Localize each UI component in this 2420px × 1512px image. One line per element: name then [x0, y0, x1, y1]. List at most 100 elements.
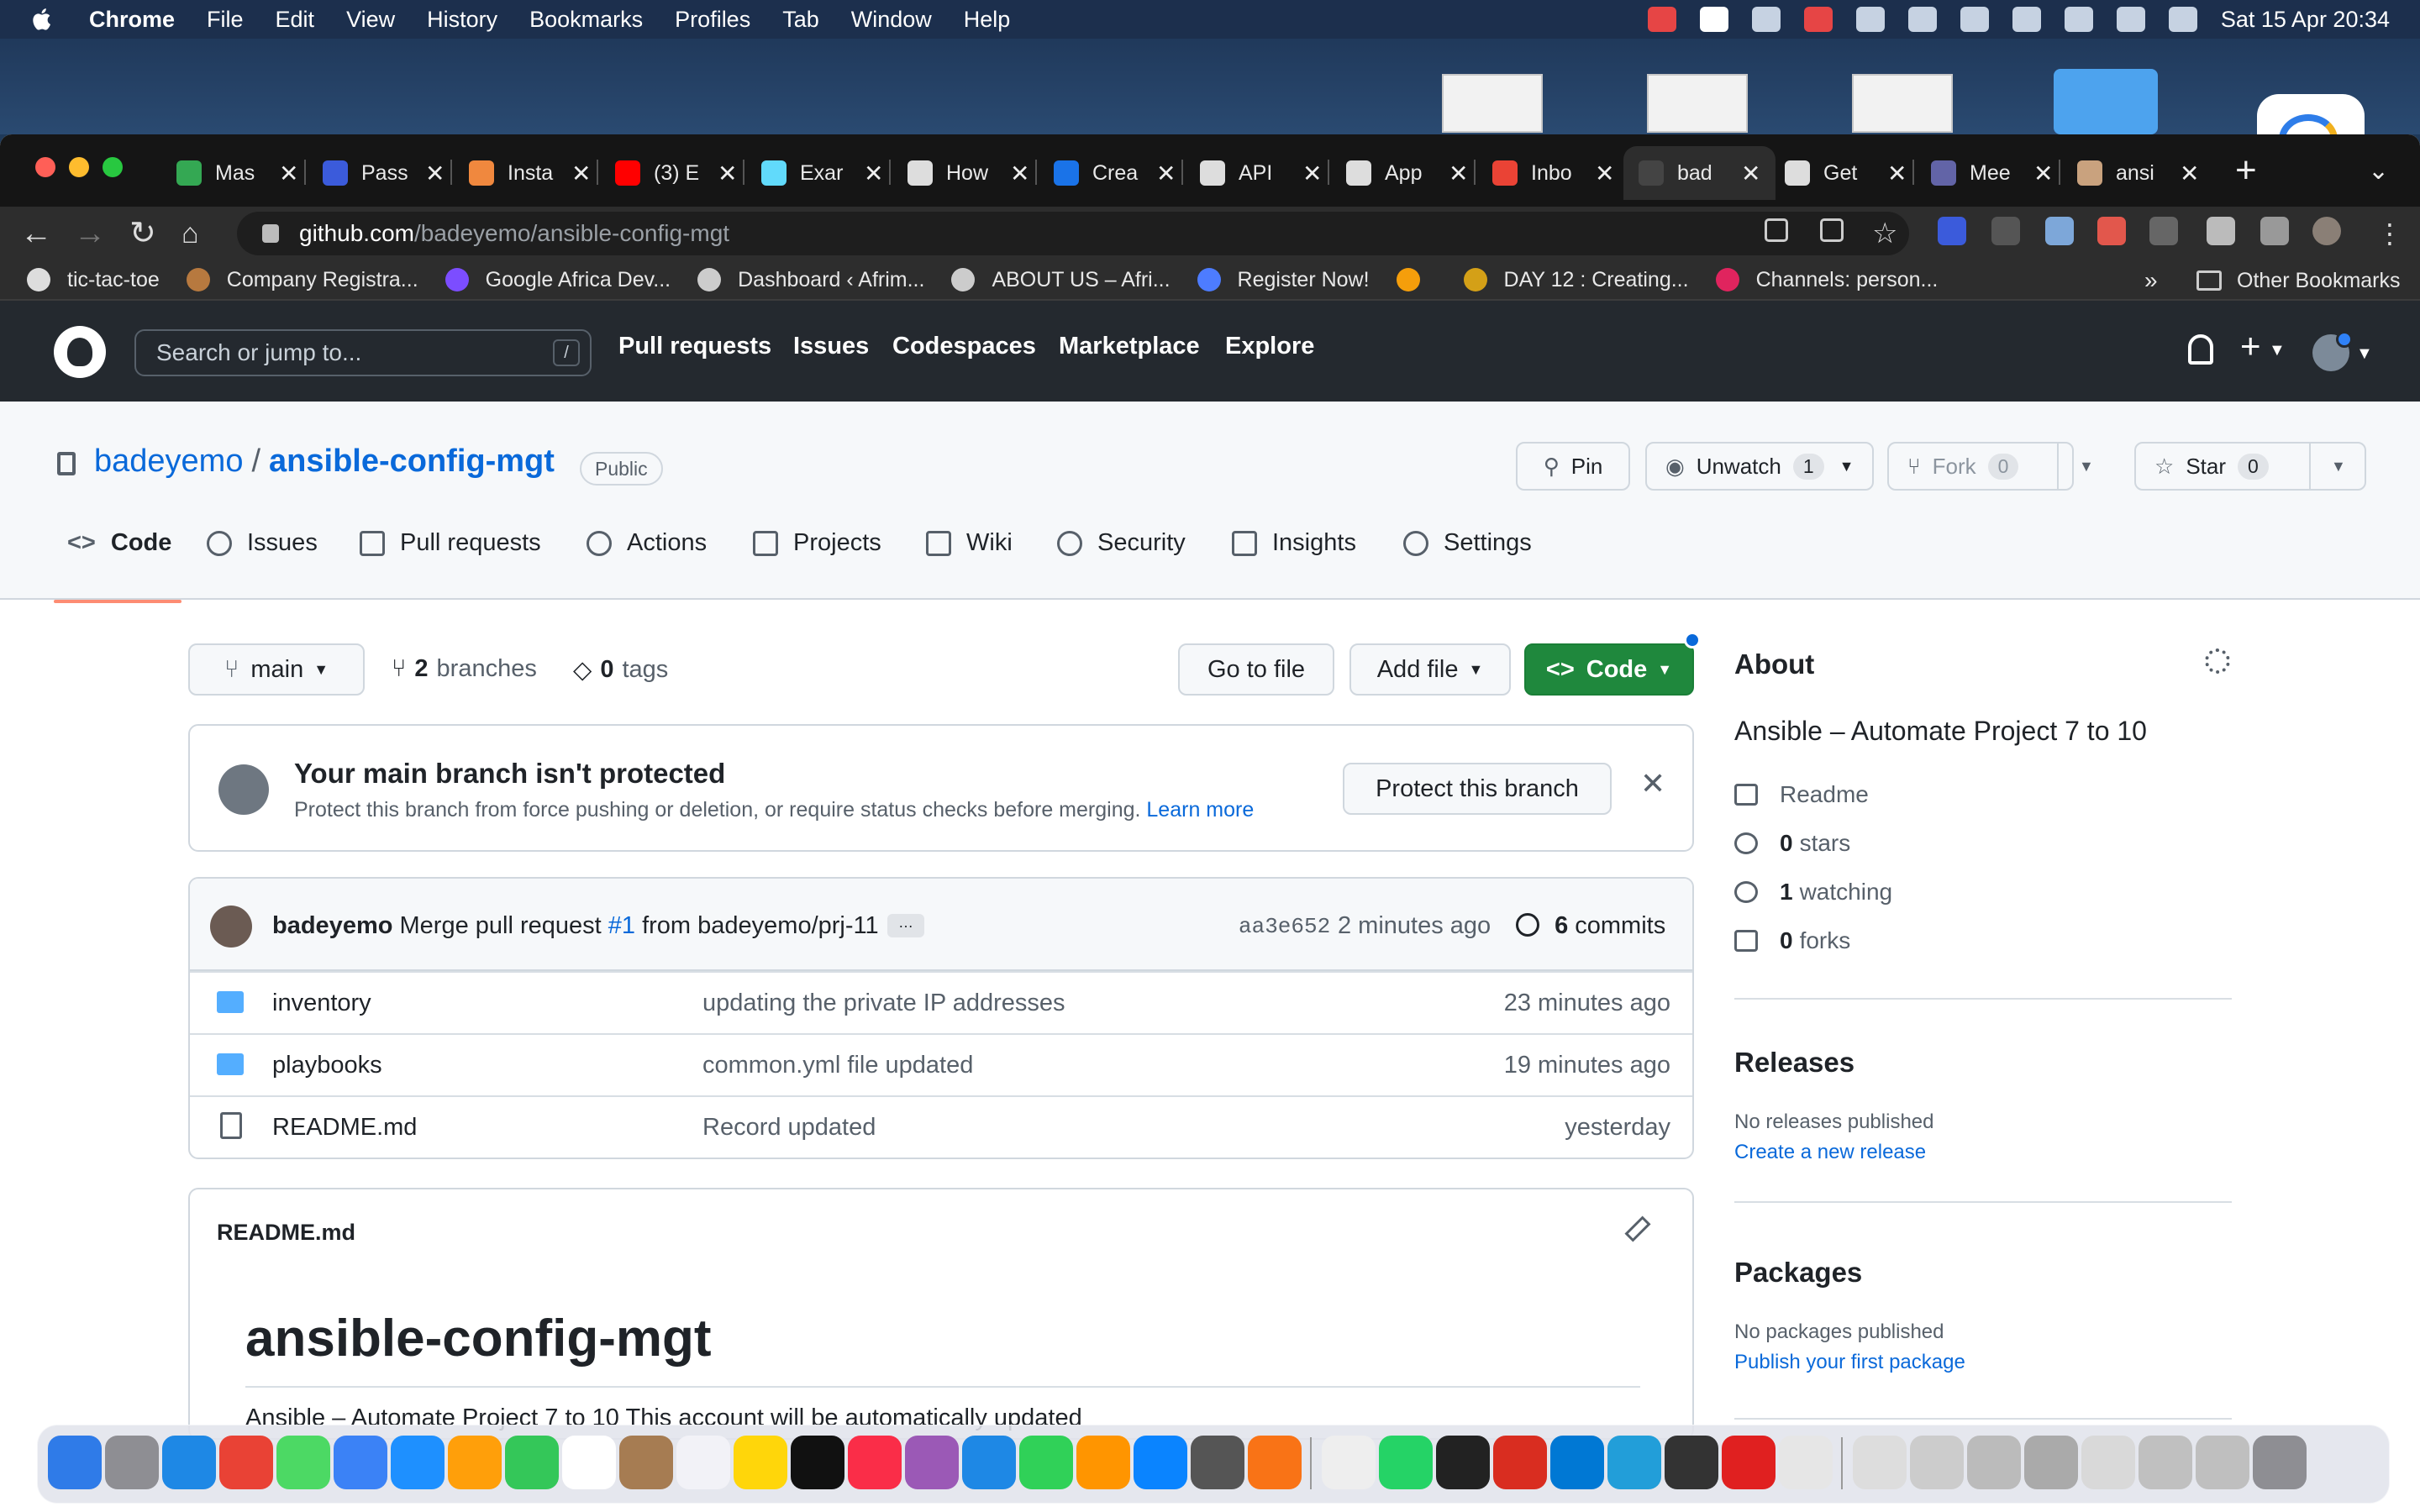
notifications-bell-icon[interactable] [2188, 334, 2213, 365]
menu-edit[interactable]: Edit [276, 7, 315, 33]
dock-app-icon[interactable] [505, 1436, 559, 1489]
file-name-link[interactable]: README.md [272, 1114, 417, 1142]
word-icon[interactable] [1699, 7, 1728, 32]
other-bookmarks[interactable]: Other Bookmarks [2196, 260, 2401, 301]
dock-app-icon[interactable] [391, 1436, 445, 1489]
desktop-file-thumbnail[interactable] [1647, 74, 1748, 133]
github-logo-icon[interactable] [54, 326, 106, 378]
bluetooth-icon[interactable] [1855, 7, 1885, 32]
close-tab-icon[interactable]: ✕ [718, 160, 737, 187]
nav-explore[interactable]: Explore [1225, 333, 1314, 360]
desktop-file-thumbnail[interactable] [1442, 74, 1543, 133]
menu-bookmarks[interactable]: Bookmarks [529, 7, 643, 33]
dock-app-icon[interactable] [734, 1436, 787, 1489]
wifi-icon[interactable] [2012, 7, 2041, 32]
desktop-file-thumbnail[interactable] [1852, 74, 1953, 133]
pencil-edit-icon[interactable] [1624, 1215, 1651, 1242]
dock-app-icon[interactable] [1493, 1436, 1547, 1489]
close-tab-icon[interactable]: ✕ [571, 160, 591, 187]
stars-link[interactable]: 0 stars [1734, 830, 1850, 857]
repo-owner-link[interactable]: badeyemo [94, 444, 243, 479]
pin-button[interactable]: ⚲ Pin [1516, 442, 1630, 491]
bookmark-item[interactable]: Channels: person... [1715, 268, 1938, 292]
address-bar[interactable]: github.com /badeyemo/ansible-config-mgt [237, 212, 1909, 255]
control-center-icon[interactable] [2116, 7, 2145, 32]
fork-button[interactable]: ⑂ Fork 0 ▼ [1887, 442, 2094, 491]
dock-app-icon[interactable] [1722, 1436, 1776, 1489]
menu-file[interactable]: File [207, 7, 244, 33]
grammar-extension-icon[interactable] [2149, 217, 2178, 245]
browser-tab[interactable]: Mee ✕ [1931, 146, 2053, 200]
dock-app-icon[interactable] [1248, 1436, 1302, 1489]
close-tab-icon[interactable]: ✕ [1010, 160, 1029, 187]
tab-wiki[interactable]: Wiki [926, 512, 1013, 603]
device-extension-icon[interactable] [1991, 217, 2020, 245]
share-icon[interactable] [1820, 218, 1844, 242]
chevron-down-icon[interactable]: ▼ [2079, 458, 2094, 475]
dock-app-icon[interactable] [1379, 1436, 1433, 1489]
dock-app-icon[interactable] [676, 1436, 730, 1489]
forward-button[interactable]: → [74, 215, 106, 252]
menu-view[interactable]: View [346, 7, 395, 33]
browser-tab[interactable]: How ✕ [908, 146, 1029, 200]
dock-app-icon[interactable] [1322, 1436, 1376, 1489]
dock-app-icon[interactable] [962, 1436, 1016, 1489]
extensions-puzzle-icon[interactable] [2207, 217, 2235, 245]
file-row[interactable]: playbooks common.yml file updated 19 minut… [190, 1033, 1692, 1095]
tab-projects[interactable]: Projects [753, 512, 881, 603]
browser-tab[interactable]: ansi ✕ [2077, 146, 2199, 200]
tab-code[interactable]: <> Code [67, 512, 171, 603]
commit-msg-prefix[interactable]: Merge pull request [400, 912, 602, 939]
dock-app-icon[interactable] [1076, 1436, 1130, 1489]
siri-icon[interactable] [2168, 7, 2197, 32]
menu-help[interactable]: Help [964, 7, 1011, 33]
bookmark-item[interactable]: ABOUT US – Afri... [951, 268, 1171, 292]
commit-sha[interactable]: aa3e652 [1239, 914, 1330, 939]
file-commit-message[interactable]: Record updated [702, 1114, 876, 1142]
create-release-link[interactable]: Create a new release [1734, 1141, 1926, 1164]
dock-app-icon[interactable] [1191, 1436, 1244, 1489]
gear-icon[interactable] [2205, 648, 2230, 674]
home-button[interactable]: ⌂ [182, 215, 199, 252]
commit-expand-button[interactable]: … [887, 914, 924, 937]
menu-window[interactable]: Window [851, 7, 932, 33]
dock-app-icon[interactable] [2024, 1436, 2078, 1489]
dock-app-icon[interactable] [848, 1436, 902, 1489]
unwatch-button[interactable]: ◉ Unwatch 1 ▼ [1645, 442, 1874, 491]
tab-security[interactable]: Security [1057, 512, 1186, 603]
close-tab-icon[interactable]: ✕ [279, 160, 298, 187]
dock-app-icon[interactable] [619, 1436, 673, 1489]
bookmark-item[interactable]: Google Africa Dev... [445, 268, 671, 292]
dock-app-icon[interactable] [562, 1436, 616, 1489]
nav-pull-requests[interactable]: Pull requests [618, 333, 771, 360]
menu-clock[interactable]: Sat 15 Apr 20:34 [2221, 7, 2390, 33]
browser-tab[interactable]: Insta ✕ [469, 146, 591, 200]
dock-app-icon[interactable] [2196, 1436, 2249, 1489]
watching-link[interactable]: 1 watching [1734, 879, 1892, 906]
close-tab-icon[interactable]: ✕ [1302, 160, 1322, 187]
dock-app-icon[interactable] [1967, 1436, 2021, 1489]
close-tab-icon[interactable]: ✕ [1741, 160, 1760, 187]
dock-app-icon[interactable] [1607, 1436, 1661, 1489]
bookmark-item[interactable]: tic-tac-toe [27, 268, 160, 292]
browser-tab[interactable]: Mas ✕ [176, 146, 298, 200]
tab-settings[interactable]: Settings [1403, 512, 1532, 603]
dock-app-icon[interactable] [276, 1436, 330, 1489]
branch-select-button[interactable]: ⑂ main ▼ [188, 643, 365, 696]
minimize-window-button[interactable] [69, 157, 89, 177]
chevron-down-icon[interactable]: ▼ [2356, 344, 2373, 364]
dock-app-icon[interactable] [1910, 1436, 1964, 1489]
tab-actions[interactable]: Actions [587, 512, 707, 603]
menu-tab[interactable]: Tab [782, 7, 819, 33]
file-commit-message[interactable]: updating the private IP addresses [702, 990, 1065, 1017]
file-name-link[interactable]: playbooks [272, 1052, 382, 1079]
browser-tab[interactable]: API ✕ [1200, 146, 1322, 200]
github-search-input[interactable]: Search or jump to... / [134, 329, 592, 376]
nav-issues[interactable]: Issues [793, 333, 869, 360]
cloud-icon[interactable] [1751, 7, 1781, 32]
chrome-menu-icon[interactable]: ⋮ [2376, 215, 2403, 252]
menu-profiles[interactable]: Profiles [675, 7, 750, 33]
new-tab-button[interactable]: + [2235, 150, 2257, 192]
battery-icon[interactable] [1960, 7, 1989, 32]
nav-codespaces[interactable]: Codespaces [892, 333, 1036, 360]
